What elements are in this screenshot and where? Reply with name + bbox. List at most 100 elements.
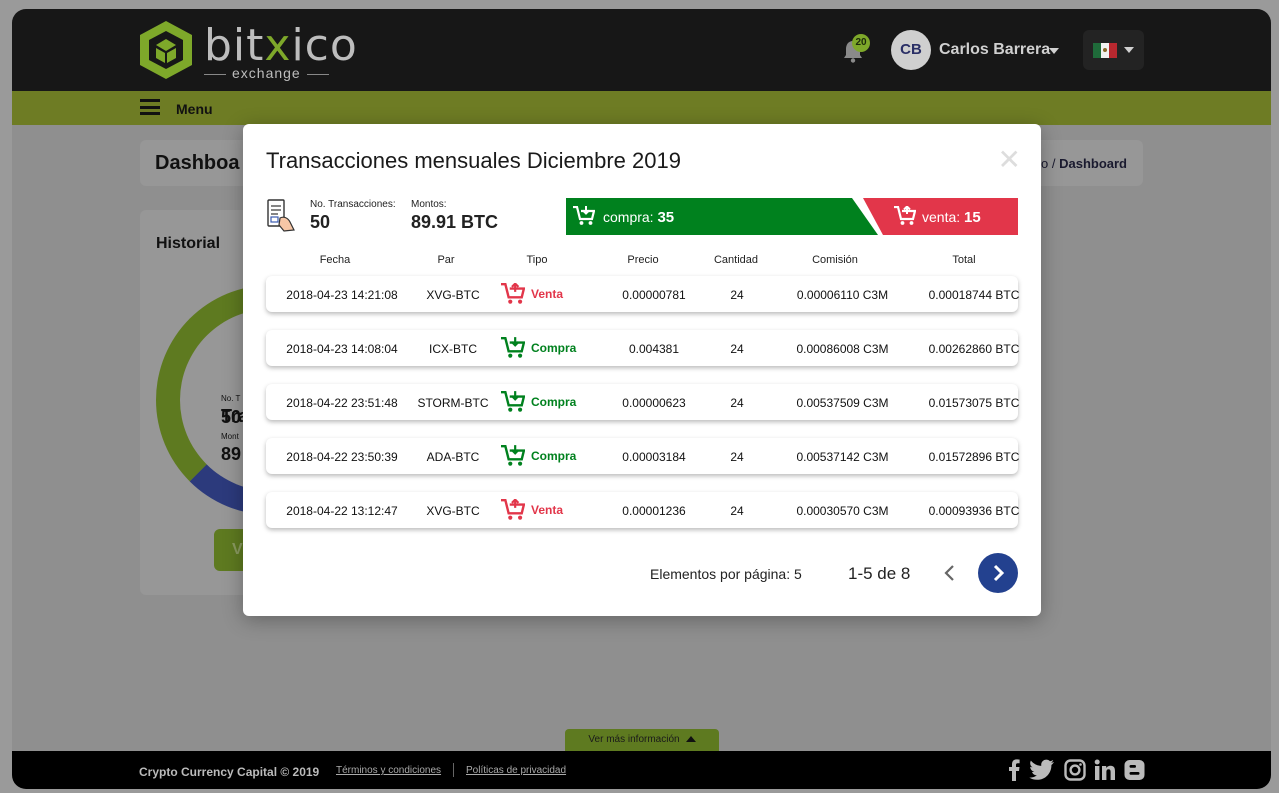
cell-comision: 0.00086008 C3M [796, 342, 889, 356]
cart-upload-icon [894, 206, 916, 225]
column-header-total: Total [952, 254, 976, 266]
history-title: Historial [156, 235, 221, 252]
twitter-icon[interactable] [1029, 759, 1055, 781]
cell-cantidad: 24 [730, 342, 744, 356]
logo-cube-icon [140, 21, 192, 79]
facebook-icon[interactable] [1008, 759, 1020, 781]
history-frag-4: Mont [221, 432, 239, 441]
cell-comision: 0.00537142 C3M [796, 450, 889, 464]
page-range: 1-5 de 8 [848, 564, 911, 583]
chevron-down-icon[interactable] [1049, 48, 1059, 54]
venta-summary-bar: venta: 15 [863, 198, 1018, 235]
items-per-page[interactable]: Elementos por página: 5 [650, 566, 802, 582]
history-frag-3: 50 [221, 407, 242, 427]
modal-title: Transacciones mensuales Diciembre 2019 [266, 148, 681, 173]
chevron-down-icon [1124, 47, 1134, 53]
menu-bar: Menu [12, 91, 1271, 125]
chevron-left-icon[interactable] [940, 562, 960, 584]
column-header-comision: Comisión [812, 254, 858, 266]
chevron-up-icon [685, 736, 696, 742]
top-bar: bitxico exchange 20 CB Carlos Barrera [12, 9, 1271, 91]
table-row[interactable]: 2018-04-22 23:50:39 ADA-BTC 0.00003184 24 0.… [266, 438, 1019, 474]
privacy-link[interactable]: Políticas de privacidad [466, 765, 566, 776]
cart-upload-icon [501, 499, 525, 520]
cell-comision: 0.00537509 C3M [796, 396, 889, 410]
instagram-icon[interactable] [1064, 759, 1086, 781]
footer: Crypto Currency Capital © 2019 Términos … [12, 751, 1271, 789]
logo[interactable]: bitxico exchange [138, 19, 358, 81]
cell-total: 0.01572896 BTC [928, 450, 1020, 464]
cart-download-icon [501, 391, 525, 412]
transactions-count-value: 50 [310, 212, 331, 232]
table-row[interactable]: 2018-04-22 13:12:47 XVG-BTC 0.00001236 24 0.… [266, 492, 1019, 528]
cell-fecha: 2018-04-22 23:51:48 [286, 396, 398, 410]
linkedin-icon[interactable] [1094, 759, 1116, 781]
column-header-fecha: Fecha [319, 254, 351, 266]
cart-download-icon [501, 337, 525, 358]
cell-tipo: Compra [501, 391, 576, 413]
cell-cantidad: 24 [730, 450, 744, 464]
cell-comision: 0.00006110 C3M [796, 288, 889, 302]
cell-precio: 0.004381 [628, 342, 680, 356]
menu-label[interactable]: Menu [176, 101, 213, 117]
cell-fecha: 2018-04-23 14:21:08 [286, 288, 398, 302]
cart-upload-icon [501, 283, 525, 304]
cell-tipo: Compra [501, 445, 576, 467]
cell-total: 0.01573075 BTC [928, 396, 1020, 410]
cell-precio: 0.00001236 [622, 504, 686, 518]
cell-cantidad: 24 [730, 396, 744, 410]
close-icon[interactable]: ✕ [998, 146, 1021, 174]
history-frag-5: 89 [221, 444, 242, 464]
transactions-modal: Transacciones mensuales Diciembre 2019 ✕… [243, 124, 1041, 616]
avatar[interactable]: CB [891, 30, 931, 70]
chevron-right-icon [993, 564, 1005, 582]
cell-precio: 0.00000781 [622, 288, 686, 302]
blogger-icon[interactable] [1124, 759, 1145, 781]
table-row[interactable]: 2018-04-23 14:21:08 XVG-BTC 0.00000781 24 0.… [266, 276, 1019, 312]
column-header-precio: Precio [627, 254, 659, 266]
cell-par: STORM-BTC [417, 396, 489, 410]
cell-tipo: Venta [501, 499, 563, 521]
page-title: Dashboa [155, 152, 240, 174]
user-name[interactable]: Carlos Barrera [939, 41, 1050, 59]
history-frag-2: No. T [221, 394, 241, 403]
transactions-count-label: No. Transacciones: [310, 199, 396, 210]
table-row[interactable]: 2018-04-23 14:08:04 ICX-BTC 0.004381 24 0.00… [266, 330, 1019, 366]
column-header-cantidad: Cantidad [713, 254, 759, 266]
cell-par: ADA-BTC [426, 450, 480, 464]
cell-tipo: Venta [501, 283, 563, 305]
cell-comision: 0.00030570 C3M [796, 504, 889, 518]
cell-tipo: Compra [501, 337, 576, 359]
next-page-button[interactable] [978, 553, 1018, 593]
amount-value: 89.91 BTC [411, 212, 499, 232]
hamburger-icon[interactable] [140, 99, 160, 115]
terms-link[interactable]: Términos y condiciones [336, 765, 441, 776]
cell-total: 0.00093936 BTC [928, 504, 1020, 518]
compra-summary: compra: 35 [603, 209, 675, 226]
mexico-flag-icon [1093, 43, 1117, 58]
breadcrumb: io / Dashboard [1038, 156, 1127, 171]
cell-cantidad: 24 [730, 288, 744, 302]
cell-fecha: 2018-04-22 13:12:47 [286, 504, 398, 518]
cart-download-icon [501, 445, 525, 466]
copyright: Crypto Currency Capital © 2019 [139, 765, 320, 779]
cell-par: XVG-BTC [426, 504, 480, 518]
language-selector[interactable] [1083, 30, 1144, 70]
cell-cantidad: 24 [730, 504, 744, 518]
footer-divider [453, 763, 454, 777]
logo-text: bitxico [204, 20, 358, 71]
cell-total: 0.00018744 BTC [928, 288, 1020, 302]
cell-total: 0.00262860 BTC [928, 342, 1020, 356]
receipt-hand-icon [267, 199, 295, 232]
cart-download-icon [573, 206, 595, 225]
column-header-tipo: Tipo [526, 254, 548, 266]
cell-par: ICX-BTC [429, 342, 477, 356]
cell-precio: 0.00003184 [622, 450, 686, 464]
cell-fecha: 2018-04-23 14:08:04 [286, 342, 398, 356]
table-row[interactable]: 2018-04-22 23:51:48 STORM-BTC 0.00000623 24… [266, 384, 1019, 420]
venta-summary: venta: 15 [922, 209, 981, 226]
amount-label: Montos: [411, 199, 447, 210]
column-header-par: Par [437, 254, 455, 266]
cell-precio: 0.00000623 [622, 396, 686, 410]
more-info-tab[interactable]: Ver más información [565, 729, 719, 751]
